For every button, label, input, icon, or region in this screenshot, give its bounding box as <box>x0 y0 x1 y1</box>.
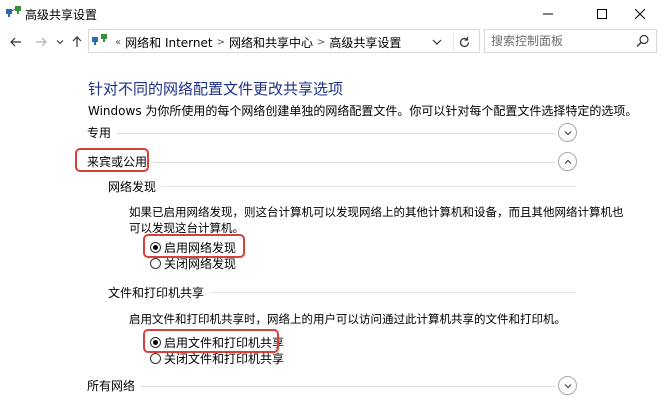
close-icon <box>635 9 645 19</box>
radio-label[interactable]: 关闭文件和打印机共享 <box>164 350 284 367</box>
breadcrumb-item-advanced-sharing[interactable]: 高级共享设置 <box>329 34 401 51</box>
maximize-icon <box>597 9 607 19</box>
minimize-icon <box>543 13 553 15</box>
back-button[interactable] <box>6 32 26 52</box>
network-icon <box>92 34 107 45</box>
section-private[interactable]: 专用 <box>87 123 577 142</box>
chevron-up-icon <box>564 159 571 164</box>
file-sharing-header: 文件和打印机共享 <box>108 284 576 301</box>
close-button[interactable] <box>617 0 663 28</box>
refresh-button[interactable] <box>453 33 475 51</box>
arrow-left-icon <box>10 37 21 47</box>
title-bar: 高级共享设置 <box>0 0 663 28</box>
network-app-icon <box>6 6 21 17</box>
divider <box>108 186 576 187</box>
network-discovery-heading: 网络发现 <box>108 178 163 195</box>
search-icon[interactable] <box>636 34 650 48</box>
chevron-down-icon <box>564 130 571 135</box>
minimize-button[interactable] <box>525 0 571 28</box>
page-title: 针对不同的网络配置文件更改共享选项 <box>88 80 344 98</box>
network-discovery-header: 网络发现 <box>108 178 576 195</box>
section-all-networks[interactable]: 所有网络 <box>87 376 577 395</box>
section-label-private[interactable]: 专用 <box>87 124 118 141</box>
radio-label[interactable]: 关闭网络发现 <box>164 255 236 272</box>
chevron-right-icon[interactable]: > <box>317 37 325 48</box>
divider <box>87 133 555 134</box>
refresh-icon <box>459 36 470 47</box>
radio-disable-file-sharing[interactable]: 关闭文件和打印机共享 <box>150 350 284 366</box>
network-discovery-description: 如果已启用网络发现，则这台计算机可以发现网络上的其他计算机和设备，而且其他网络计… <box>129 204 624 236</box>
divider <box>87 162 555 163</box>
arrow-up-icon <box>72 36 82 47</box>
section-label-all-networks[interactable]: 所有网络 <box>87 377 142 394</box>
breadcrumb-item-network-internet[interactable]: 网络和 Internet <box>125 34 212 51</box>
chevron-right-icon[interactable]: > <box>217 37 225 48</box>
radio-disable-network-discovery[interactable]: 关闭网络发现 <box>150 255 236 271</box>
search-input[interactable] <box>491 33 631 49</box>
search-box[interactable] <box>484 29 657 53</box>
highlight-guest-public <box>75 148 149 172</box>
chevron-left-icon: « <box>115 37 122 48</box>
radio-button[interactable] <box>150 352 161 364</box>
chevron-down-icon <box>564 383 571 388</box>
chevron-down-icon <box>56 40 64 45</box>
radio-button[interactable] <box>150 257 161 269</box>
file-sharing-description: 启用文件和打印机共享时，网络上的用户可以访问通过此计算机共享的文件和打印机。 <box>129 312 566 326</box>
section-guest-public[interactable]: 来宾或公用 <box>87 152 577 171</box>
network-discovery-description-line1: 如果已启用网络发现，则这台计算机可以发现网络上的其他计算机和设备，而且其他网络计… <box>129 205 624 219</box>
breadcrumb: « 网络和 Internet > 网络和共享中心 > 高级共享设置 <box>111 34 401 51</box>
address-dropdown-icon[interactable] <box>430 35 444 49</box>
forward-button[interactable] <box>31 32 51 52</box>
expand-all-networks-button[interactable] <box>558 376 577 395</box>
breadcrumb-item-sharing-center[interactable]: 网络和共享中心 <box>229 34 313 51</box>
expand-private-button[interactable] <box>558 123 577 142</box>
page-subtitle: Windows 为你所使用的每个网络创建单独的网络配置文件。你可以针对每个配置文… <box>88 104 638 118</box>
divider <box>87 386 555 387</box>
collapse-guest-public-button[interactable] <box>558 152 577 171</box>
address-bar[interactable]: « 网络和 Internet > 网络和共享中心 > 高级共享设置 <box>88 29 480 53</box>
window-title: 高级共享设置 <box>25 8 98 22</box>
file-sharing-heading: 文件和打印机共享 <box>108 284 211 301</box>
arrow-right-icon <box>36 37 47 47</box>
main-content: 针对不同的网络配置文件更改共享选项 Windows 为你所使用的每个网络创建单独… <box>0 58 663 400</box>
up-button[interactable] <box>67 32 87 52</box>
